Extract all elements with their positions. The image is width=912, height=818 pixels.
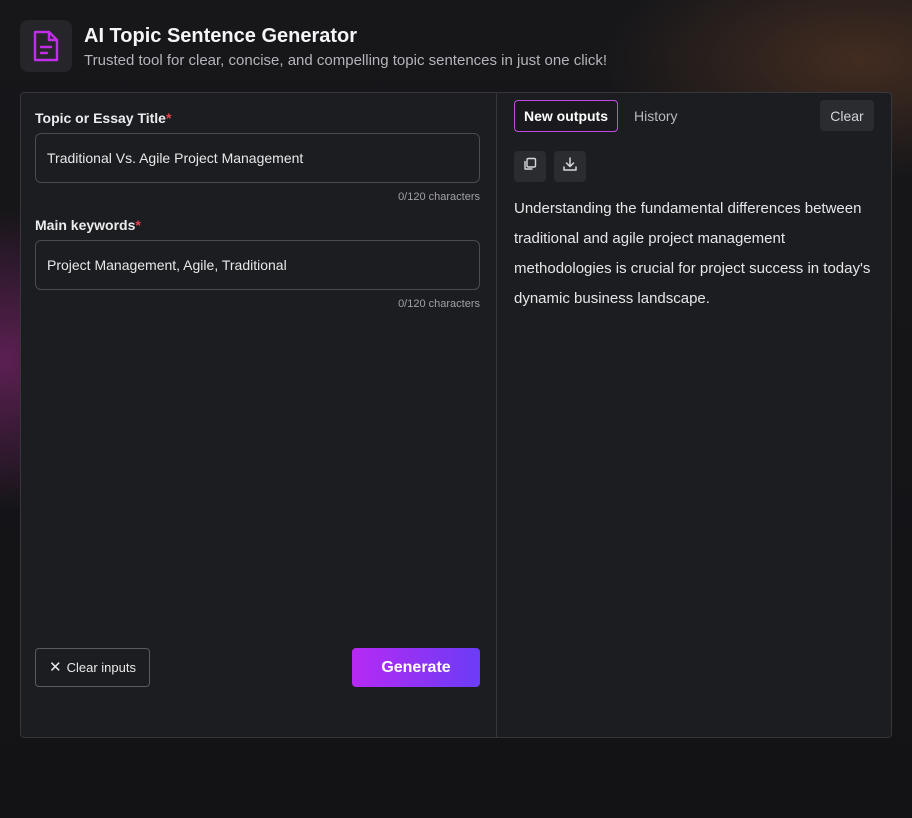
keywords-field: Main keywords* 0/120 characters <box>35 216 480 310</box>
required-mark: * <box>165 110 172 126</box>
topic-field: Topic or Essay Title* 0/120 characters <box>35 109 480 203</box>
download-button[interactable] <box>554 151 586 182</box>
topic-label: Topic or Essay Title* <box>35 110 172 126</box>
generate-button[interactable]: Generate <box>352 648 480 687</box>
document-icon <box>20 20 72 72</box>
clear-inputs-button[interactable]: ✕ Clear inputs <box>35 648 150 687</box>
output-tabs: New outputs History <box>514 100 687 132</box>
close-icon: ✕ <box>49 659 62 676</box>
input-pane: Topic or Essay Title* 0/120 characters M… <box>21 93 497 737</box>
copy-icon <box>523 157 537 176</box>
topic-input[interactable] <box>35 133 480 183</box>
required-mark: * <box>135 217 141 233</box>
generated-sentence: Understanding the fundamental difference… <box>514 200 871 307</box>
generator-panel: Topic or Essay Title* 0/120 characters M… <box>20 92 892 738</box>
keywords-char-count: 0/120 characters <box>398 298 480 310</box>
topic-char-count: 0/120 characters <box>398 191 480 203</box>
output-actions <box>514 151 594 182</box>
page-title: AI Topic Sentence Generator <box>84 25 358 47</box>
app-header: AI Topic Sentence Generator Trusted tool… <box>20 20 607 72</box>
copy-button[interactable] <box>514 151 546 182</box>
tab-history[interactable]: History <box>625 100 687 132</box>
output-pane: New outputs History Clear Understanding … <box>497 93 891 737</box>
page-subtitle: Trusted tool for clear, concise, and com… <box>84 52 608 69</box>
download-icon <box>562 156 578 177</box>
keywords-input[interactable] <box>35 240 480 290</box>
tab-new-outputs[interactable]: New outputs <box>514 100 618 132</box>
keywords-label: Main keywords* <box>35 217 141 233</box>
clear-output-button[interactable]: Clear <box>820 100 874 131</box>
clear-inputs-label: Clear inputs <box>66 660 136 675</box>
